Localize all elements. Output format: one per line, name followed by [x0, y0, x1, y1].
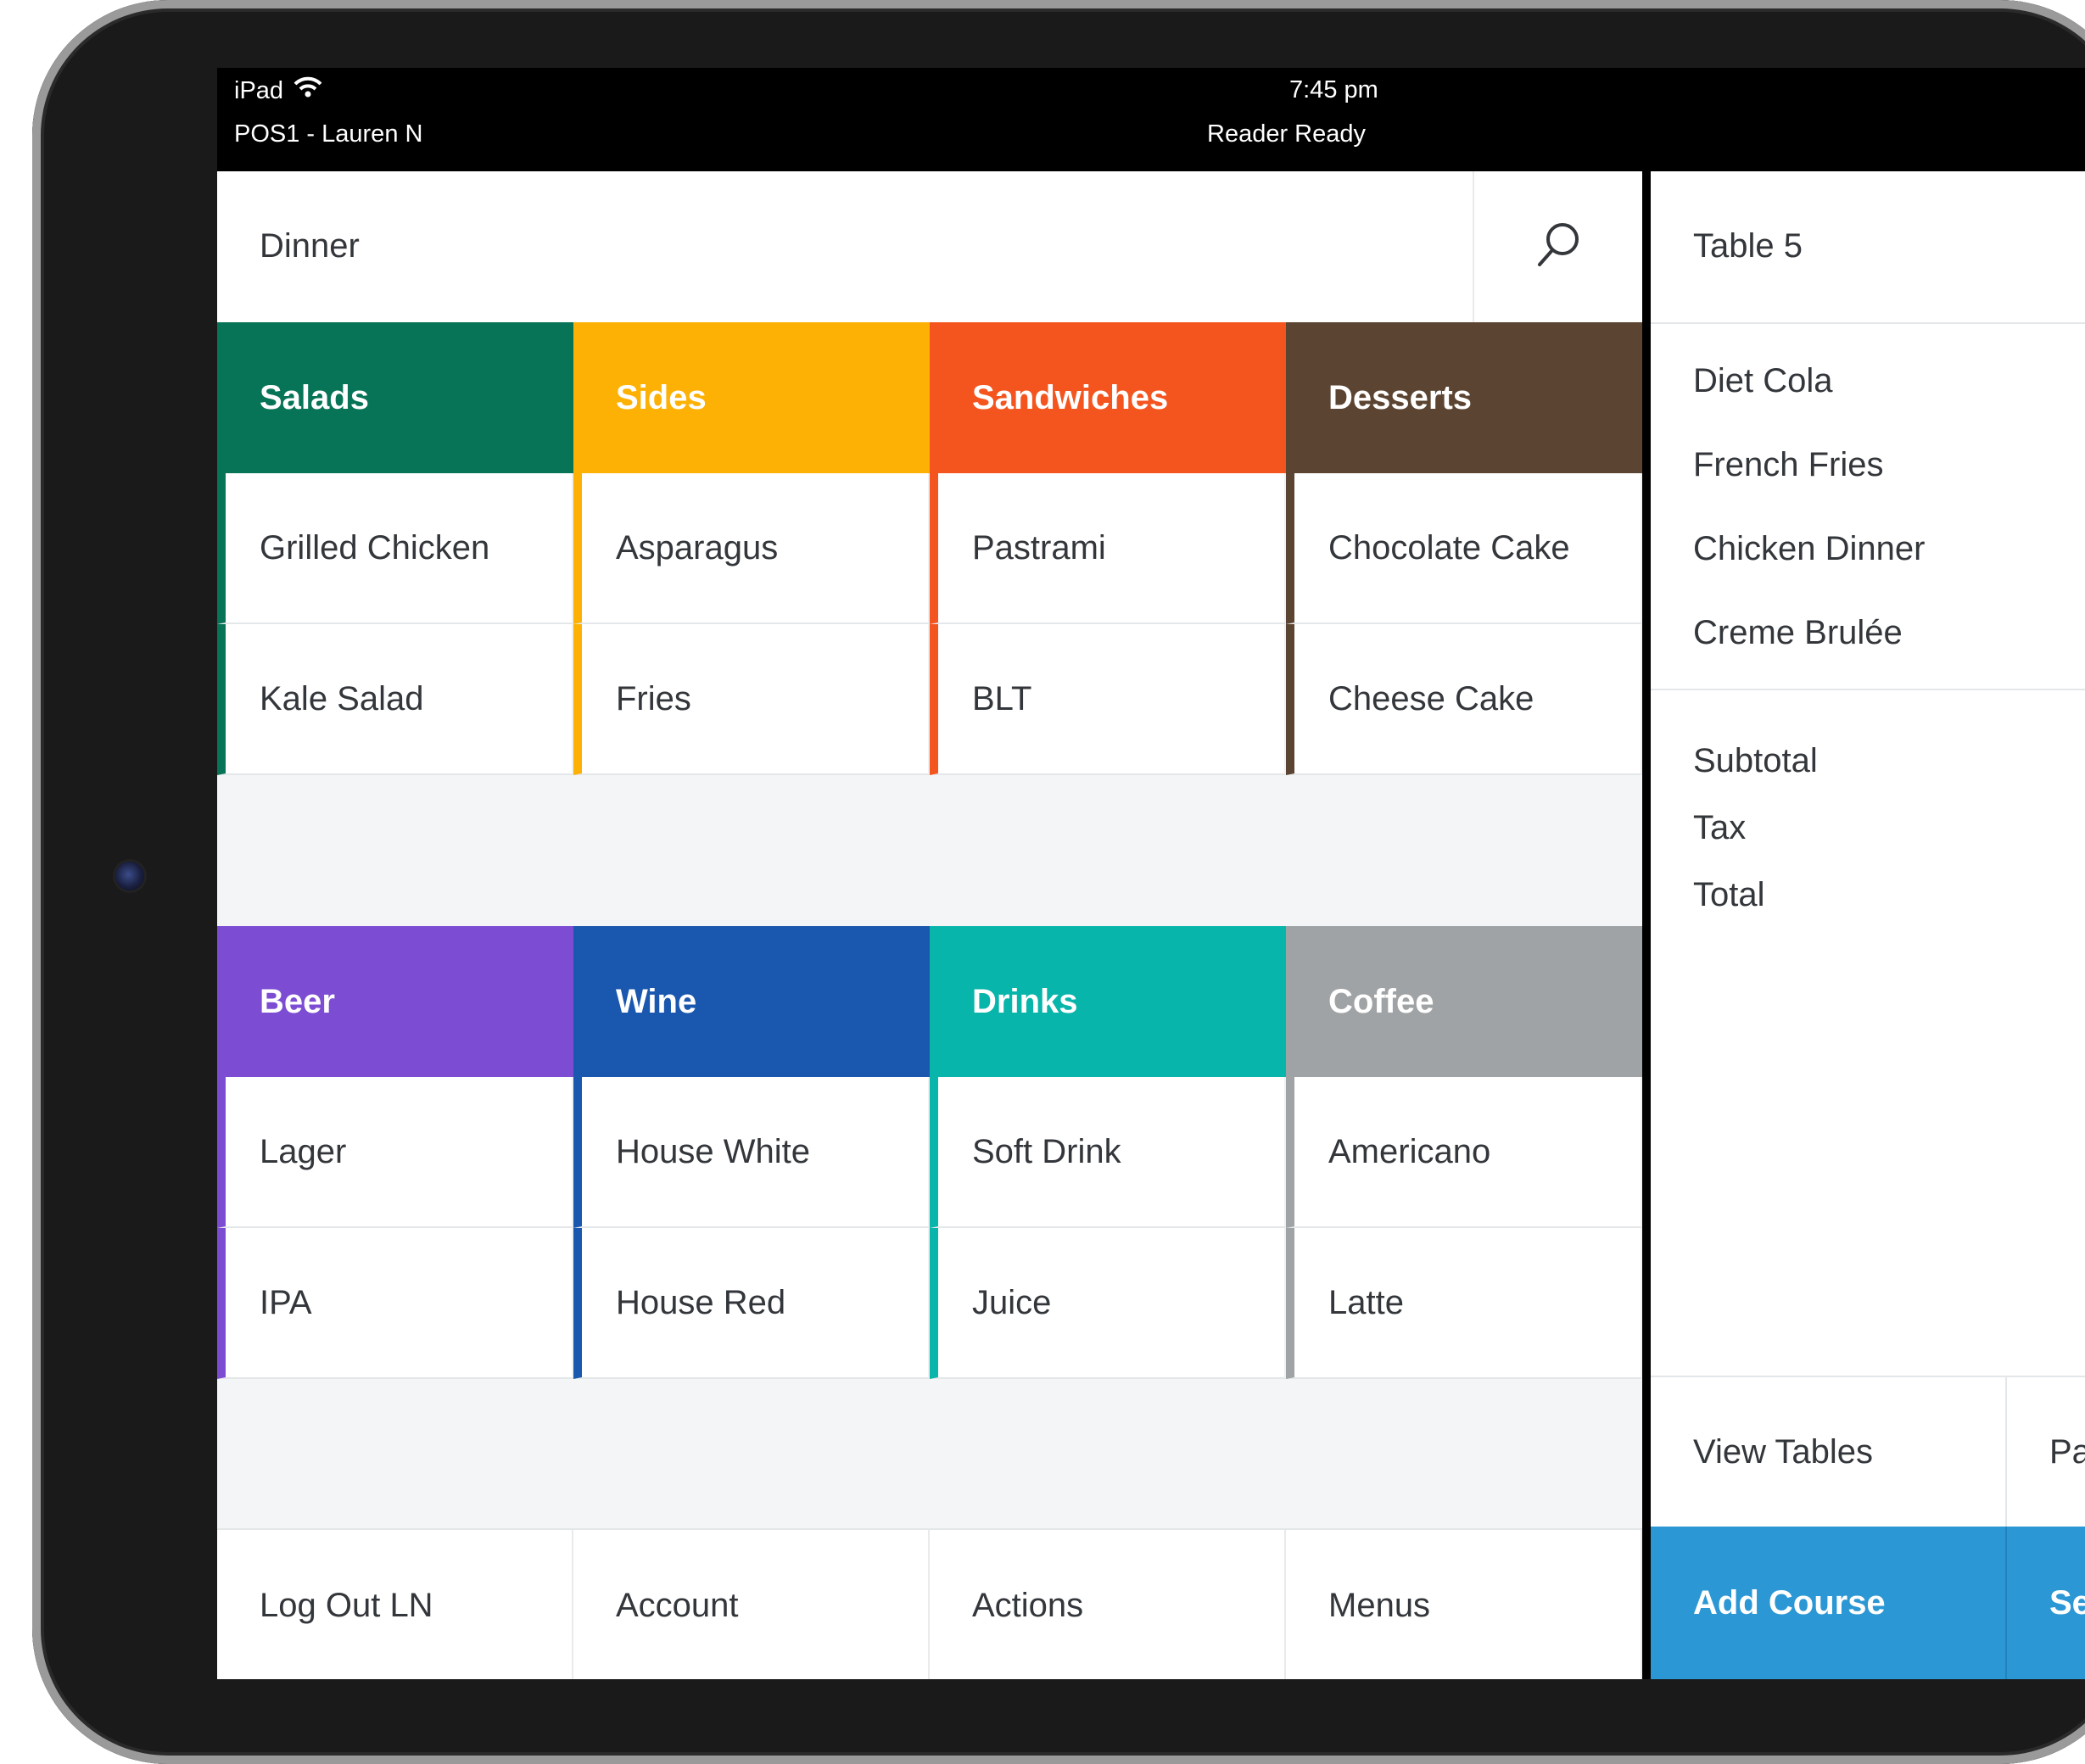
menus-button[interactable]: Menus [1286, 1530, 1642, 1679]
actions-button[interactable]: Actions [930, 1530, 1286, 1679]
total-label: Total [1693, 876, 1765, 913]
search-icon [1538, 223, 1579, 266]
tax-label: Tax [1693, 809, 1747, 846]
menu-item[interactable]: Soft Drink [930, 1077, 1286, 1228]
ticket-item[interactable]: French Fries [1693, 444, 1925, 528]
wifi-icon [293, 76, 322, 105]
logout-button[interactable]: Log Out LN [217, 1530, 573, 1679]
ticket-item[interactable]: Creme Brulée [1693, 611, 1925, 695]
panel-divider [1642, 171, 1651, 1679]
account-button[interactable]: Account [573, 1530, 930, 1679]
search-button[interactable] [1473, 171, 1644, 322]
menu-item[interactable]: Fries [573, 624, 930, 775]
menu-item[interactable]: IPA [217, 1228, 573, 1379]
menu-header: Dinner [217, 171, 1644, 322]
divider [1651, 689, 2085, 690]
category-sides[interactable]: Sides [573, 322, 930, 473]
ticket-panel: Table 5 Diet Cola French Fries Chicken D… [1651, 171, 2085, 1679]
device-label: iPad [234, 76, 284, 104]
category-desserts[interactable]: Desserts [1286, 322, 1642, 473]
menu-item[interactable]: House White [573, 1077, 930, 1228]
view-tables-button[interactable]: View Tables [1651, 1377, 2007, 1527]
menu-item[interactable]: Latte [1286, 1228, 1642, 1379]
category-grid-bottom: Beer Wine Drinks Coffee Lager House White Soft… [217, 926, 1642, 1379]
menu-panel: Dinner Salads Sides Sandwiches Desserts Gril… [217, 171, 1644, 1679]
menu-item[interactable]: Asparagus [573, 473, 930, 624]
menu-item[interactable]: Cheese Cake [1286, 624, 1642, 775]
ticket-item[interactable]: Diet Cola [1693, 360, 1925, 444]
pay-button[interactable]: Pa [2007, 1377, 2085, 1527]
ticket-totals: Subtotal Tax Total [1693, 740, 1818, 941]
category-sandwiches[interactable]: Sandwiches [930, 322, 1286, 473]
menu-item[interactable]: Chocolate Cake [1286, 473, 1642, 624]
subtotal-label: Subtotal [1693, 742, 1818, 779]
category-wine[interactable]: Wine [573, 926, 930, 1077]
bottom-nav: Log Out LN Account Actions Menus [217, 1528, 1642, 1679]
status-bar: iPad POS1 - Lauren N 7:45 pm Reader Read… [217, 68, 2085, 171]
device-label-row: iPad [234, 76, 322, 105]
send-button[interactable]: Se [2007, 1527, 2085, 1679]
menu-item[interactable]: Kale Salad [217, 624, 573, 775]
menu-item[interactable]: Lager [217, 1077, 573, 1228]
divider [1651, 322, 2085, 324]
menu-item[interactable]: BLT [930, 624, 1286, 775]
clock: 7:45 pm [1289, 76, 1378, 103]
menu-item[interactable]: Juice [930, 1228, 1286, 1379]
terminal-label: POS1 - Lauren N [234, 120, 423, 148]
category-coffee[interactable]: Coffee [1286, 926, 1642, 1077]
category-grid-top: Salads Sides Sandwiches Desserts Grilled Chi… [217, 322, 1642, 775]
camera [115, 862, 144, 890]
ticket-item[interactable]: Chicken Dinner [1693, 528, 1925, 611]
ticket-title[interactable]: Table 5 [1693, 227, 1803, 265]
menu-title[interactable]: Dinner [260, 227, 360, 265]
add-course-button[interactable]: Add Course [1651, 1527, 2007, 1679]
menu-item[interactable]: Grilled Chicken [217, 473, 573, 624]
menu-item[interactable]: Americano [1286, 1077, 1642, 1228]
ticket-items: Diet Cola French Fries Chicken Dinner Cr… [1693, 360, 1925, 695]
menu-item[interactable]: House Red [573, 1228, 930, 1379]
menu-item[interactable]: Pastrami [930, 473, 1286, 624]
reader-status: Reader Ready [1207, 120, 1366, 148]
category-salads[interactable]: Salads [217, 322, 573, 473]
screen: iPad POS1 - Lauren N 7:45 pm Reader Read… [217, 68, 2085, 1679]
category-drinks[interactable]: Drinks [930, 926, 1286, 1077]
category-beer[interactable]: Beer [217, 926, 573, 1077]
